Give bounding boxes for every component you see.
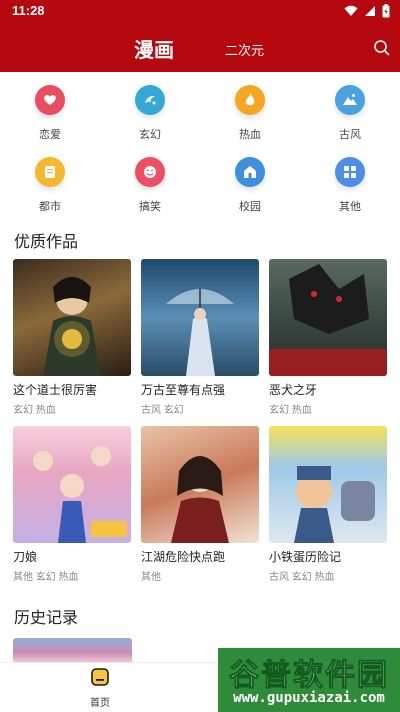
category-fantasy[interactable]: 玄幻 (110, 85, 190, 142)
work-card[interactable]: 恶犬之牙 玄幻 热血 (269, 259, 387, 416)
category-other[interactable]: 其他 (310, 157, 390, 214)
category-action[interactable]: 热血 (210, 85, 290, 142)
watermark-url: www.gupuxiazai.com (233, 690, 385, 706)
work-tags: 古风 玄幻 热血 (269, 572, 335, 583)
work-title: 刀娘 (13, 550, 38, 564)
watermark: 谷普软件园 www.gupuxiazai.com (218, 648, 400, 712)
work-card[interactable]: 江湖危险快点跑 其他 (141, 426, 259, 583)
search-button[interactable] (372, 38, 392, 58)
category-urban[interactable]: 都市 (10, 157, 90, 214)
mountain-icon (335, 85, 365, 115)
building-icon (235, 157, 265, 187)
nav-home-label: 首页 (90, 698, 110, 709)
category-label: 校园 (239, 201, 261, 213)
app-bar: 漫画 二次元 (0, 24, 400, 72)
work-tags: 其他 玄幻 热血 (13, 572, 79, 583)
work-cover (141, 259, 259, 376)
signal-icon (365, 6, 375, 16)
smile-icon (135, 157, 165, 187)
work-title: 万古至尊有点强 (141, 383, 226, 397)
category-comedy[interactable]: 搞笑 (110, 157, 190, 214)
home-icon (91, 668, 109, 686)
status-icons (344, 4, 390, 18)
work-card[interactable]: 小铁蛋历险记 古风 玄幻 热血 (269, 426, 387, 583)
work-cover (13, 426, 131, 543)
work-cover (141, 426, 259, 543)
work-tags: 玄幻 热血 (269, 405, 312, 416)
wifi-icon (344, 5, 358, 16)
section-title-history: 历史记录 (14, 610, 79, 627)
category-label: 古风 (339, 129, 361, 141)
work-tags: 古风 玄幻 (141, 405, 184, 416)
battery-icon (382, 4, 390, 18)
watermark-title: 谷普软件园 (229, 658, 389, 694)
category-romance[interactable]: 恋爱 (10, 85, 90, 142)
work-tags: 玄幻 热血 (13, 405, 56, 416)
work-title: 江湖危险快点跑 (141, 550, 226, 564)
document-icon (35, 157, 65, 187)
section-title-quality: 优质作品 (14, 234, 79, 251)
category-campus[interactable]: 校园 (210, 157, 290, 214)
status-time: 11:28 (12, 3, 45, 18)
category-label: 玄幻 (139, 129, 161, 141)
heart-icon (35, 85, 65, 115)
status-bar: 11:28 (0, 0, 400, 24)
work-cover (269, 426, 387, 543)
category-label: 热血 (239, 129, 261, 141)
work-cover (269, 259, 387, 376)
search-icon (374, 40, 390, 56)
work-card[interactable]: 刀娘 其他 玄幻 热血 (13, 426, 131, 583)
magic-icon (135, 85, 165, 115)
work-tags: 其他 (141, 572, 161, 583)
work-card[interactable]: 这个道士很厉害 玄幻 热血 (13, 259, 131, 416)
category-label: 其他 (339, 201, 361, 213)
nav-home[interactable]: 首页 (80, 667, 120, 709)
category-label: 都市 (39, 201, 61, 213)
page-title: 漫画 (134, 38, 174, 62)
grid-icon (335, 157, 365, 187)
work-card[interactable]: 万古至尊有点强 古风 玄幻 (141, 259, 259, 416)
category-label: 搞笑 (139, 201, 161, 213)
subtitle-tab[interactable]: 二次元 (225, 40, 264, 59)
work-title: 小铁蛋历险记 (269, 550, 342, 564)
category-label: 恋爱 (39, 129, 61, 141)
flame-icon (235, 85, 265, 115)
history-item[interactable] (13, 638, 132, 662)
work-title: 这个道士很厉害 (13, 383, 98, 397)
work-title: 恶犬之牙 (269, 383, 318, 397)
work-cover (13, 259, 131, 376)
category-ancient[interactable]: 古风 (310, 85, 390, 142)
